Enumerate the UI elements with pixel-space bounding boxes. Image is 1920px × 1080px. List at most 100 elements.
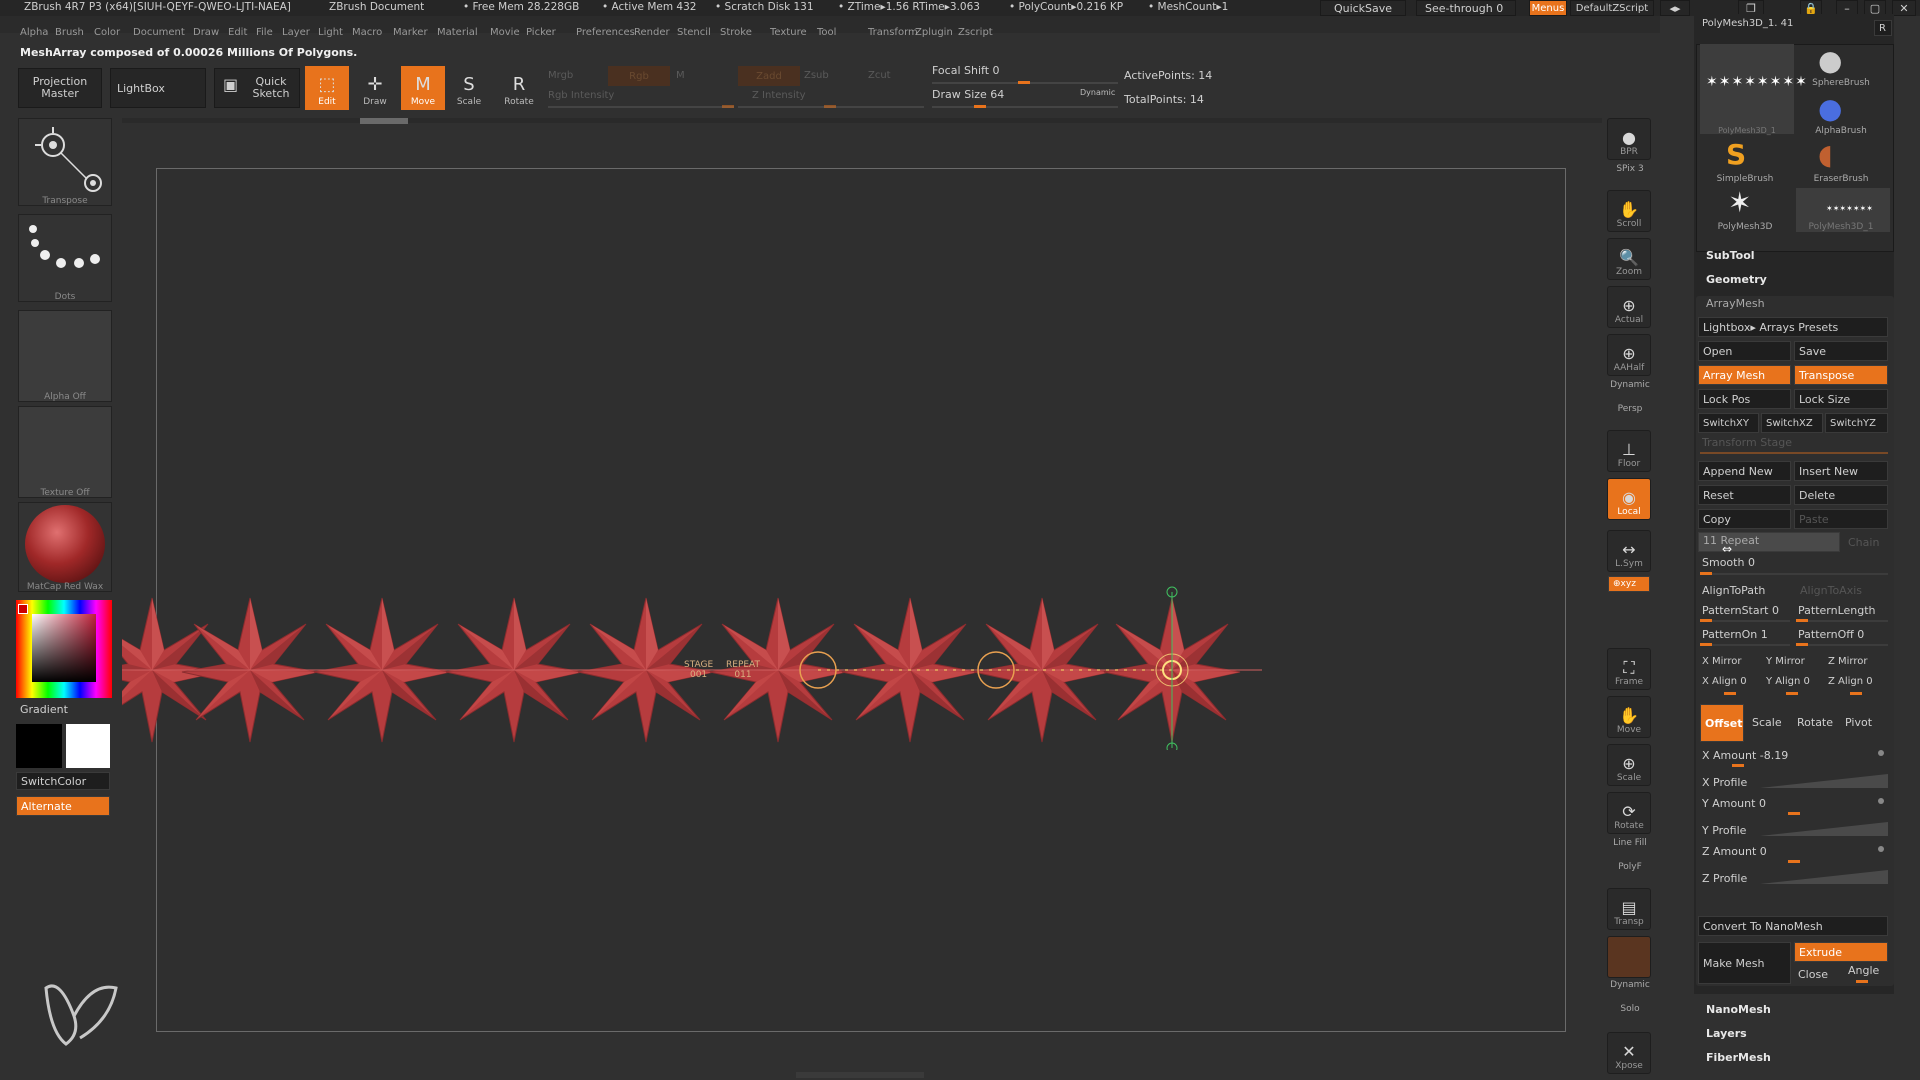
insert-new-button[interactable]: Insert New xyxy=(1794,461,1888,481)
menu-item-light[interactable]: Light xyxy=(318,27,343,38)
menu-item-edit[interactable]: Edit xyxy=(228,27,247,38)
menu-item-file[interactable]: File xyxy=(256,27,273,38)
geometry-header[interactable]: Geometry xyxy=(1706,273,1767,286)
lightbox-button[interactable]: LightBox xyxy=(110,68,206,108)
focal-shift-slider[interactable]: Focal Shift 0 xyxy=(932,64,1000,77)
z-profile-curve[interactable] xyxy=(1760,870,1888,884)
open-button[interactable]: Open xyxy=(1698,341,1791,361)
transpose-toggle-button[interactable]: Transpose xyxy=(1794,365,1888,385)
pattern-start-knob[interactable] xyxy=(1700,619,1712,622)
eraser-brush-label[interactable]: EraserBrush xyxy=(1796,174,1886,184)
pattern-start-slider[interactable]: PatternStart 0 xyxy=(1702,604,1779,617)
arraymesh-header[interactable]: ArrayMesh xyxy=(1706,297,1765,310)
rgb-button[interactable]: Rgb xyxy=(608,66,670,86)
dynamic-toggle[interactable]: Dynamic xyxy=(1080,88,1115,97)
polymesh3d-label[interactable]: PolyMesh3D xyxy=(1700,222,1790,232)
move-button[interactable]: M Move xyxy=(401,66,445,110)
x-align-slider[interactable]: X Align 0 xyxy=(1702,676,1747,687)
lsym-button[interactable]: ↔ L.Sym xyxy=(1607,530,1651,572)
smooth-knob[interactable] xyxy=(1700,572,1712,575)
z-mirror-button[interactable]: Z Mirror xyxy=(1828,656,1868,667)
draw-size-slider[interactable]: Draw Size 64 xyxy=(932,88,1004,101)
frame-button[interactable]: ⛶ Frame xyxy=(1607,648,1651,690)
menu-item-movie[interactable]: Movie xyxy=(490,27,520,38)
solo-disabled-icon[interactable] xyxy=(1607,936,1651,978)
transp-button[interactable]: ▤ Transp xyxy=(1607,888,1651,930)
bpr-button[interactable]: ● BPR xyxy=(1607,118,1651,160)
solo-button[interactable]: Solo xyxy=(1610,1004,1650,1014)
switch-yz-button[interactable]: SwitchYZ xyxy=(1825,413,1888,433)
transpose-thumbnail[interactable]: Transpose xyxy=(18,118,112,206)
shelf-scrollbar[interactable] xyxy=(122,118,1602,123)
texture-thumbnail[interactable]: Texture Off xyxy=(18,406,112,498)
alpha-brush-icon[interactable]: ● xyxy=(1818,92,1842,125)
z-align-slider[interactable]: Z Align 0 xyxy=(1828,676,1873,687)
menu-item-marker[interactable]: Marker xyxy=(393,27,428,38)
z-intensity-slider[interactable]: Z Intensity xyxy=(752,90,806,101)
r-button[interactable]: R xyxy=(1874,20,1892,36)
angle-knob[interactable] xyxy=(1856,980,1868,983)
menu-item-zscript[interactable]: Zscript xyxy=(958,27,993,38)
menu-item-material[interactable]: Material xyxy=(437,27,478,38)
pattern-length-knob[interactable] xyxy=(1796,619,1808,622)
make-mesh-button[interactable]: Make Mesh xyxy=(1698,942,1791,984)
floor-button[interactable]: ⊥ Floor xyxy=(1607,430,1651,472)
sphere-brush-icon[interactable]: ● xyxy=(1818,44,1842,77)
eraser-brush-icon[interactable]: ◖ xyxy=(1818,138,1833,171)
repeat-slider[interactable]: 11 Repeat xyxy=(1698,532,1840,552)
rotate-tab[interactable]: Rotate xyxy=(1797,716,1833,729)
y-mirror-button[interactable]: Y Mirror xyxy=(1766,656,1805,667)
menu-item-render[interactable]: Render xyxy=(634,27,670,38)
switch-xz-button[interactable]: SwitchXZ xyxy=(1761,413,1823,433)
y-amount-slider[interactable]: Y Amount 0 xyxy=(1702,797,1766,810)
convert-to-nanomesh-button[interactable]: Convert To NanoMesh xyxy=(1698,916,1888,936)
xyz-symmetry-button[interactable]: ⊕xyz xyxy=(1608,576,1650,592)
extrude-button[interactable]: Extrude xyxy=(1794,942,1888,962)
scale-button[interactable]: S Scale xyxy=(447,66,491,110)
rotate-button[interactable]: ⟳ Rotate xyxy=(1607,792,1651,834)
bottom-scrollbar[interactable] xyxy=(796,1072,924,1078)
dots-stroke-thumbnail[interactable]: Dots xyxy=(18,214,112,302)
color-picker-square[interactable] xyxy=(32,614,96,682)
actual-button[interactable]: ⊕ Actual xyxy=(1607,286,1651,328)
dynamic-solo-label[interactable]: Dynamic xyxy=(1610,980,1650,990)
script-button[interactable]: DefaultZScript xyxy=(1570,0,1654,16)
menu-item-transform[interactable]: Transform xyxy=(868,27,918,38)
x-profile-curve[interactable] xyxy=(1760,774,1888,788)
smooth-slider[interactable]: Smooth 0 xyxy=(1702,556,1755,569)
menu-item-stencil[interactable]: Stencil xyxy=(677,27,711,38)
menu-item-preferences[interactable]: Preferences xyxy=(576,27,635,38)
reset-button[interactable]: Reset xyxy=(1698,485,1791,505)
z-amount-dot-icon[interactable] xyxy=(1878,846,1884,852)
menus-button[interactable]: Menus xyxy=(1529,0,1567,16)
shelf-scroll-thumb[interactable] xyxy=(360,118,408,124)
close-button[interactable]: Close xyxy=(1798,968,1828,981)
scale-button[interactable]: ⊕ Scale xyxy=(1607,744,1651,786)
draw-button[interactable]: ✛ Draw xyxy=(353,66,397,110)
menu-item-layer[interactable]: Layer xyxy=(282,27,310,38)
copy-button[interactable]: Copy xyxy=(1698,509,1791,529)
persp-button[interactable]: Persp xyxy=(1610,404,1650,414)
x-amount-slider[interactable]: X Amount -8.19 xyxy=(1702,749,1788,762)
offset-tab[interactable]: Offset xyxy=(1700,704,1744,742)
pivot-tab[interactable]: Pivot xyxy=(1845,716,1872,729)
quick-sketch-button[interactable]: ▣ Quick Sketch xyxy=(214,68,300,108)
y-align-knob[interactable] xyxy=(1786,692,1798,695)
menu-item-draw[interactable]: Draw xyxy=(193,27,219,38)
polyf-button[interactable]: PolyF xyxy=(1610,862,1650,872)
angle-slider[interactable]: Angle xyxy=(1848,964,1879,977)
delete-button[interactable]: Delete xyxy=(1794,485,1888,505)
menu-item-tool[interactable]: Tool xyxy=(817,27,836,38)
simple-brush-label[interactable]: SimpleBrush xyxy=(1700,174,1790,184)
zsub-button[interactable]: Zsub xyxy=(804,70,829,81)
align-to-path-button[interactable]: AlignToPath xyxy=(1702,584,1765,597)
zcut-button[interactable]: Zcut xyxy=(868,70,891,81)
rgb-intensity-slider[interactable]: Rgb Intensity xyxy=(548,90,614,101)
menu-item-stroke[interactable]: Stroke xyxy=(720,27,752,38)
sphere-brush-label[interactable]: SphereBrush xyxy=(1796,78,1886,88)
menu-item-picker[interactable]: Picker xyxy=(526,27,556,38)
paste-button[interactable]: Paste xyxy=(1794,509,1888,529)
mrgb-button[interactable]: Mrgb xyxy=(548,70,573,81)
material-thumbnail[interactable]: MatCap Red Wax xyxy=(18,502,112,592)
pattern-off-slider[interactable]: PatternOff 0 xyxy=(1798,628,1864,641)
